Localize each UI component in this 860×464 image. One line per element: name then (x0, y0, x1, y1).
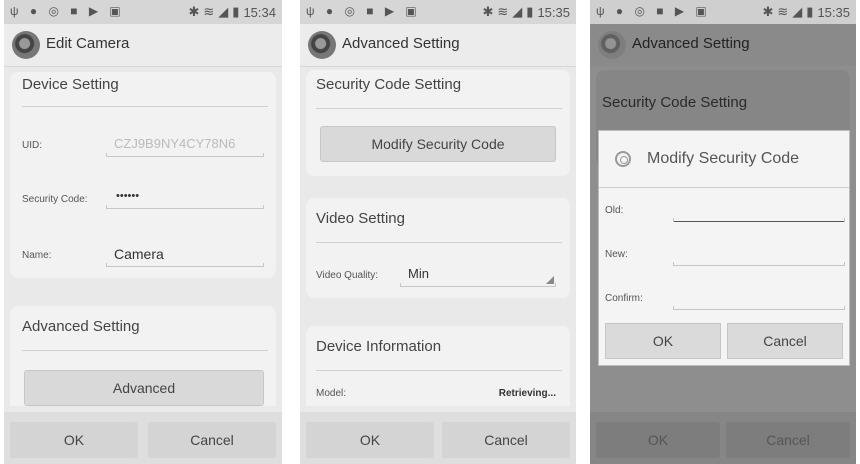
bluetooth-icon: ✱ (188, 4, 200, 19)
notification-icons: ψ ● ◎ ■ ▶ ▣ (596, 4, 711, 18)
notification-icons: ψ ● ◎ ■ ▶ ▣ (10, 4, 125, 18)
video-quality-label: Video Quality: (316, 270, 379, 281)
divider (599, 187, 849, 188)
bottom-bar: OK Cancel (300, 412, 576, 464)
old-label: Old: (605, 205, 624, 216)
status-bar: ψ ● ◎ ■ ▶ ▣ ✱ ≋ ◢ ▮ 15:35 (590, 0, 856, 24)
clock: 15:34 (243, 4, 276, 20)
device-setting-card: Device Setting UID: CZJ9B9NY4CY78N6 Secu… (10, 72, 276, 278)
bottom-bar: OK Cancel (590, 412, 856, 464)
divider (22, 106, 268, 107)
device-information-card: Device Information Model: Retrieving... (306, 326, 570, 406)
bottom-bar: OK Cancel (4, 412, 282, 464)
clock: 15:35 (817, 4, 850, 20)
bluetooth-icon: ✱ (762, 4, 774, 19)
confirm-label: Confirm: (605, 293, 643, 304)
camera-app-icon (12, 31, 40, 59)
section-title: Device Setting (22, 76, 119, 93)
dialog-title: Modify Security Code (647, 150, 800, 167)
video-quality-select[interactable]: Min (408, 266, 429, 281)
cancel-button[interactable]: Cancel (442, 422, 570, 458)
dropdown-arrow-icon (546, 276, 554, 284)
status-bar: ψ ● ◎ ■ ▶ ▣ ✱ ≋ ◢ ▮ 15:34 (4, 0, 282, 24)
battery-icon: ▮ (806, 4, 814, 19)
section-title: Video Setting (316, 210, 405, 227)
ok-button[interactable]: OK (10, 422, 138, 458)
battery-icon: ▮ (526, 4, 534, 19)
signal-icon: ◢ (792, 4, 803, 19)
wifi-icon: ≋ (777, 4, 789, 19)
uid-underline (106, 153, 264, 157)
divider (316, 108, 562, 109)
lock-icon (615, 151, 631, 167)
name-field[interactable]: Camera (114, 246, 164, 262)
security-code-field[interactable]: •••••• (116, 190, 139, 202)
clock: 15:35 (537, 4, 570, 20)
advanced-setting-card: Advanced Setting Advanced (10, 306, 276, 406)
cancel-button[interactable]: Cancel (148, 422, 276, 458)
security-code-underline (106, 205, 264, 209)
section-title: Device Information (316, 338, 442, 355)
system-icons: ✱ ≋ ◢ ▮ 15:34 (188, 4, 276, 20)
dialog-cancel-button[interactable]: Cancel (727, 323, 843, 359)
page-title: Advanced Setting (632, 35, 750, 52)
confirm-code-field[interactable] (673, 306, 845, 310)
modify-security-code-dialog: Modify Security Code Old: New: Confirm: … (598, 130, 850, 366)
modify-security-code-button[interactable]: Modify Security Code (320, 126, 556, 162)
ok-button-dimmed: OK (596, 422, 720, 458)
notification-icons: ψ ● ◎ ■ ▶ ▣ (306, 4, 421, 18)
section-title: Security Code Setting (316, 76, 462, 93)
video-setting-card: Video Setting Video Quality: Min (306, 198, 570, 298)
signal-icon: ◢ (218, 4, 229, 19)
old-code-field[interactable] (673, 218, 845, 222)
battery-icon: ▮ (232, 4, 240, 19)
page-title: Advanced Setting (342, 35, 460, 52)
bluetooth-icon: ✱ (482, 4, 494, 19)
modify-code-dialog-screen: ψ ● ◎ ■ ▶ ▣ ✱ ≋ ◢ ▮ 15:35 Advanced Setti… (590, 0, 856, 464)
ok-button[interactable]: OK (306, 422, 434, 458)
edit-camera-screen: ψ ● ◎ ■ ▶ ▣ ✱ ≋ ◢ ▮ 15:34 Edit Camera De… (4, 0, 282, 464)
title-bar: Advanced Setting (590, 24, 856, 67)
signal-icon: ◢ (512, 4, 523, 19)
system-icons: ✱ ≋ ◢ ▮ 15:35 (482, 4, 570, 20)
title-bar: Advanced Setting (300, 24, 576, 67)
security-code-card: Security Code Setting Modify Security Co… (306, 70, 570, 176)
new-code-field[interactable] (673, 262, 845, 266)
divider (316, 370, 562, 371)
uid-label: UID: (22, 140, 42, 151)
wifi-icon: ≋ (497, 4, 509, 19)
new-label: New: (605, 249, 628, 260)
security-code-label: Security Code: (22, 194, 88, 205)
wifi-icon: ≋ (203, 4, 215, 19)
section-title: Security Code Setting (602, 94, 748, 111)
camera-app-icon (598, 31, 626, 59)
page-title: Edit Camera (46, 35, 130, 52)
video-quality-underline (400, 283, 556, 287)
divider (22, 350, 268, 351)
name-label: Name: (22, 250, 52, 261)
model-label: Model: (316, 388, 347, 399)
uid-field: CZJ9B9NY4CY78N6 (114, 136, 236, 151)
section-title: Advanced Setting (22, 318, 140, 335)
cancel-button-dimmed: Cancel (726, 422, 850, 458)
model-value: Retrieving... (498, 388, 556, 399)
advanced-button[interactable]: Advanced (24, 370, 264, 406)
title-bar: Edit Camera (4, 24, 282, 67)
name-underline (106, 263, 264, 267)
status-bar: ψ ● ◎ ■ ▶ ▣ ✱ ≋ ◢ ▮ 15:35 (300, 0, 576, 24)
camera-app-icon (308, 31, 336, 59)
dialog-ok-button[interactable]: OK (605, 323, 721, 359)
divider (316, 242, 562, 243)
advanced-setting-screen: ψ ● ◎ ■ ▶ ▣ ✱ ≋ ◢ ▮ 15:35 Advanced Setti… (300, 0, 576, 464)
system-icons: ✱ ≋ ◢ ▮ 15:35 (762, 4, 850, 20)
